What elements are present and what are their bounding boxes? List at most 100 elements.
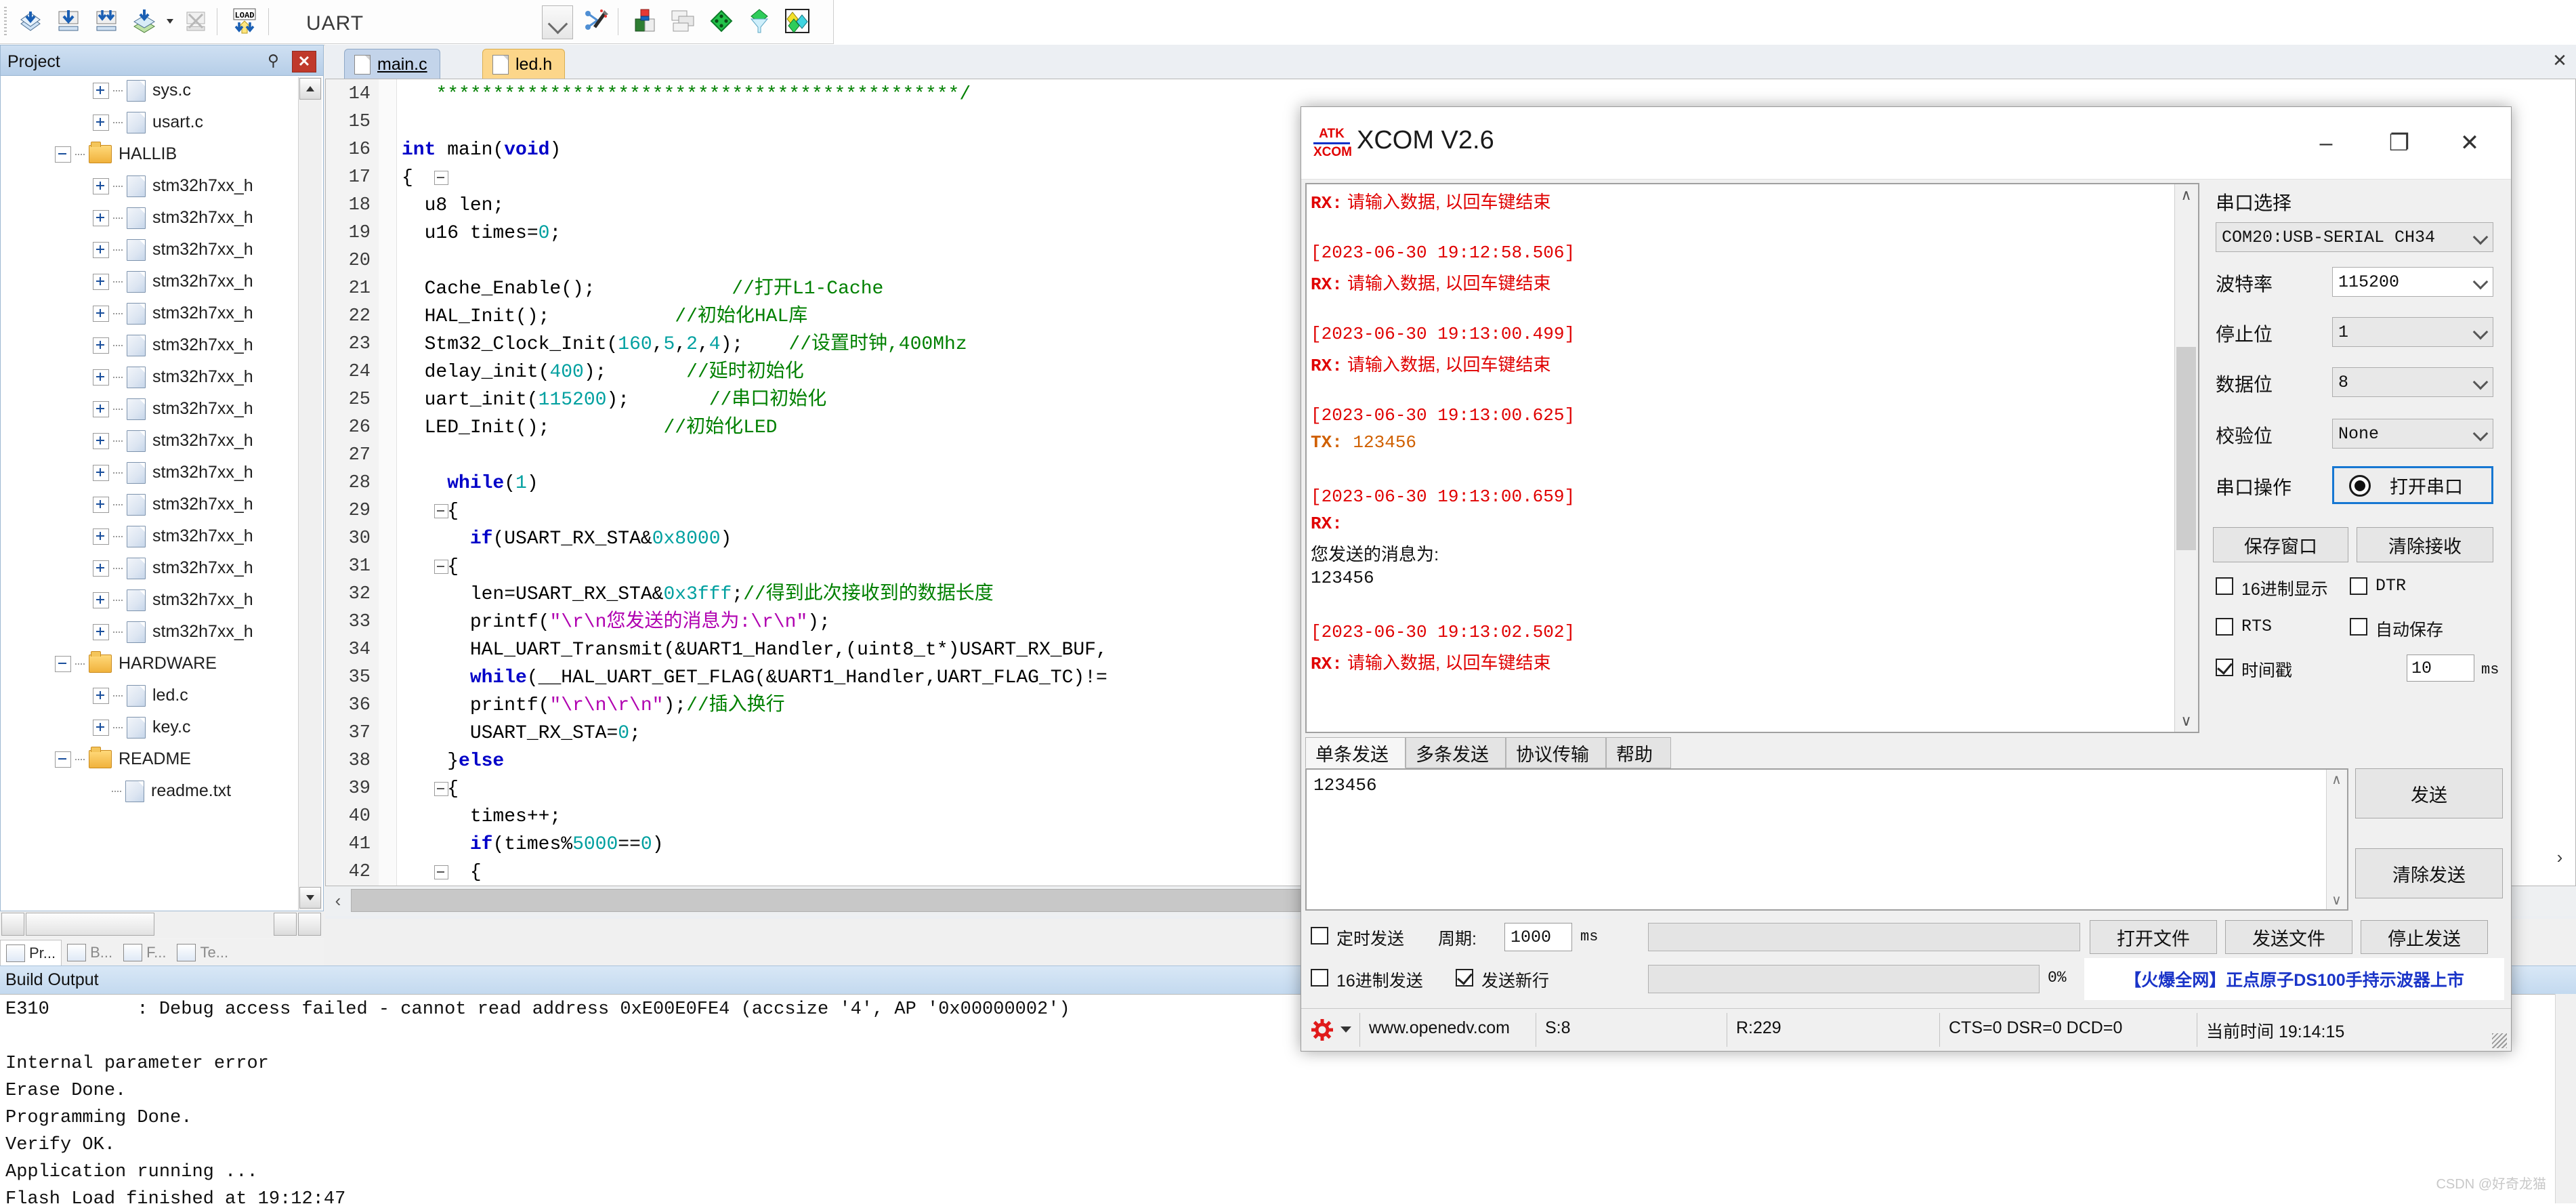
send-button[interactable]: 发送: [2355, 768, 2503, 818]
tree-item[interactable]: stm32h7xx_h: [1, 584, 323, 616]
tree-item[interactable]: stm32h7xx_h: [1, 361, 323, 393]
scroll-up-icon[interactable]: [299, 78, 321, 100]
expand-icon[interactable]: [93, 720, 109, 736]
tree-item[interactable]: stm32h7xx_h: [1, 425, 323, 457]
expand-icon[interactable]: [93, 115, 109, 131]
advertisement-link[interactable]: 【火爆全网】正点原子DS100手持示波器上市: [2084, 958, 2504, 1000]
tree-item[interactable]: stm32h7xx_h: [1, 520, 323, 552]
expand-icon[interactable]: [93, 624, 109, 640]
expand-icon[interactable]: [93, 688, 109, 704]
send-file-button[interactable]: 发送文件: [2225, 920, 2352, 954]
tree-item[interactable]: readme.txt: [1, 775, 323, 807]
gear-dropdown-icon[interactable]: [1340, 1026, 1351, 1033]
tree-item[interactable]: stm32h7xx_h: [1, 552, 323, 584]
tree-item[interactable]: README: [1, 743, 323, 775]
save-window-button[interactable]: 保存窗口: [2213, 527, 2348, 562]
download-icon[interactable]: [53, 5, 84, 37]
expand-icon[interactable]: [93, 210, 109, 226]
tree-item[interactable]: stm32h7xx_h: [1, 297, 323, 329]
scroll-dropdown-icon[interactable]: [298, 913, 321, 936]
project-tab-3[interactable]: Te...: [171, 940, 234, 966]
timed-send-checkbox[interactable]: [1311, 927, 1328, 944]
scroll-left-icon[interactable]: [1, 913, 24, 936]
collapse-icon[interactable]: [55, 751, 71, 768]
send-tab-0[interactable]: 单条发送: [1305, 737, 1406, 768]
tab-led-h[interactable]: led.h: [482, 49, 565, 79]
clear-send-button[interactable]: 清除发送: [2355, 848, 2503, 898]
stop-build-icon[interactable]: [180, 5, 211, 37]
send-textarea[interactable]: 123456 ∧ ∨: [1305, 768, 2348, 911]
project-tab-0[interactable]: Pr...: [0, 940, 62, 966]
tab-main-c[interactable]: main.c: [344, 49, 440, 79]
code-fold-column[interactable]: [379, 79, 397, 886]
close-icon[interactable]: ✕: [2442, 123, 2497, 163]
expand-icon[interactable]: [93, 242, 109, 258]
parity-dropdown[interactable]: None: [2332, 419, 2493, 449]
hex-display-checkbox[interactable]: [2216, 577, 2233, 595]
editor-tabs-close-icon[interactable]: ✕: [2548, 49, 2572, 72]
maximize-icon[interactable]: ❐: [2371, 123, 2427, 163]
expand-icon[interactable]: [93, 401, 109, 417]
send-tab-2[interactable]: 协议传输: [1506, 737, 1606, 768]
period-input[interactable]: 1000: [1504, 923, 1572, 951]
scroll-up-icon[interactable]: ∧: [2327, 770, 2346, 789]
expand-icon[interactable]: [93, 592, 109, 608]
batch-build-icon[interactable]: [129, 5, 160, 37]
toolbar-grip[interactable]: [4, 7, 7, 37]
multi-diamond-icon[interactable]: [782, 5, 813, 37]
timestamp-checkbox[interactable]: [2216, 659, 2233, 676]
expand-icon[interactable]: [93, 337, 109, 354]
resize-grip[interactable]: [2492, 1033, 2507, 1048]
gear-icon[interactable]: [1311, 1018, 1334, 1041]
collapse-icon[interactable]: [55, 146, 71, 163]
send-tab-3[interactable]: 帮助: [1606, 737, 1671, 768]
tree-item[interactable]: sys.c: [1, 76, 323, 106]
load-icon[interactable]: [15, 5, 46, 37]
project-tree[interactable]: sys.cusart.cHALLIBstm32h7xx_hstm32h7xx_h…: [0, 76, 324, 911]
port-select-dropdown[interactable]: COM20:USB-SERIAL CH34: [2216, 222, 2493, 252]
scroll-right-icon[interactable]: ›: [2548, 846, 2572, 869]
status-site[interactable]: www.openedv.com: [1369, 1018, 1510, 1038]
expand-icon[interactable]: [93, 274, 109, 290]
tree-item[interactable]: stm32h7xx_h: [1, 329, 323, 361]
baud-dropdown[interactable]: 115200: [2332, 267, 2493, 297]
scroll-down-icon[interactable]: ∨: [2175, 710, 2197, 732]
tree-item[interactable]: HALLIB: [1, 138, 323, 170]
scroll-down-icon[interactable]: [299, 887, 321, 909]
scroll-right-icon[interactable]: [274, 913, 297, 936]
expand-icon[interactable]: [93, 528, 109, 545]
hex-send-checkbox[interactable]: [1311, 969, 1328, 987]
expand-icon[interactable]: [93, 433, 109, 449]
window-icon[interactable]: [668, 5, 699, 37]
fold-toggle-icon[interactable]: [434, 171, 448, 185]
xcom-titlebar[interactable]: ATK XCOM XCOM V2.6 – ❐ ✕: [1301, 107, 2511, 180]
rts-checkbox[interactable]: [2216, 618, 2233, 636]
build-output-scrollbar[interactable]: [2555, 994, 2576, 1203]
pin-icon[interactable]: ⚲: [268, 51, 285, 69]
download-all-icon[interactable]: [91, 5, 122, 37]
tree-item[interactable]: stm32h7xx_h: [1, 616, 323, 648]
scroll-down-icon[interactable]: ∨: [2327, 890, 2346, 909]
chevron-down-icon[interactable]: [163, 5, 177, 37]
timestamp-interval-input[interactable]: 10: [2407, 655, 2474, 682]
send-tab-1[interactable]: 多条发送: [1406, 737, 1506, 768]
expand-icon[interactable]: [93, 306, 109, 322]
expand-icon[interactable]: [93, 497, 109, 513]
databits-dropdown[interactable]: 8: [2332, 367, 2493, 397]
tree-item[interactable]: HARDWARE: [1, 648, 323, 680]
scroll-up-icon[interactable]: ∧: [2175, 184, 2197, 206]
project-tree-scrollbar[interactable]: [298, 77, 322, 910]
project-tab-2[interactable]: F...: [118, 940, 171, 966]
stop-send-button[interactable]: 停止发送: [2361, 920, 2488, 954]
newline-send-checkbox[interactable]: [1456, 969, 1473, 987]
receive-scroll-thumb[interactable]: [2176, 347, 2196, 550]
load-flash-icon[interactable]: LOAD: [229, 5, 260, 37]
receive-textarea[interactable]: RX: 请输入数据, 以回车键结束[2023-06-30 19:12:58.50…: [1305, 183, 2199, 733]
expand-icon[interactable]: [93, 369, 109, 386]
expand-icon[interactable]: [93, 465, 109, 481]
manage-runtime-icon[interactable]: [580, 5, 611, 37]
diamond-icon[interactable]: [706, 5, 737, 37]
scroll-left-icon[interactable]: ‹: [326, 889, 350, 912]
hscroll-thumb[interactable]: [26, 913, 154, 936]
close-icon[interactable]: ✕: [292, 51, 316, 72]
